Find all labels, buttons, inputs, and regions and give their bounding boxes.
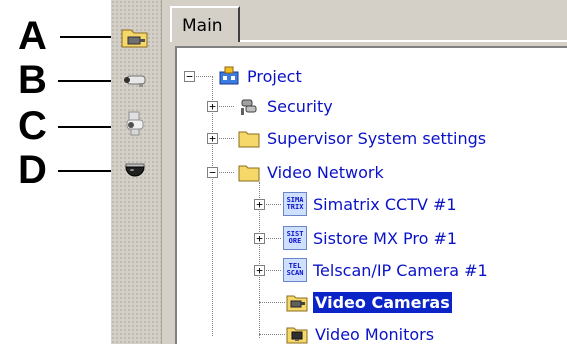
project-tree[interactable]: − + + − + + + Project Security Superviso… xyxy=(175,46,567,344)
expand-simatrix-toggle[interactable]: + xyxy=(254,199,265,210)
collapse-video-network-toggle[interactable]: − xyxy=(207,167,218,178)
tree-node-label: Video Monitors xyxy=(315,324,435,344)
expand-supervisor-toggle[interactable]: + xyxy=(207,133,218,144)
object-toolbar xyxy=(111,0,162,344)
tree-node-video-cameras[interactable]: Video Cameras xyxy=(285,289,452,315)
folder-camera-icon[interactable] xyxy=(119,20,151,52)
tree-node-label: Supervisor System settings xyxy=(267,128,487,148)
folder-icon xyxy=(238,131,260,148)
expand-sistore-toggle[interactable]: + xyxy=(254,233,265,244)
tree-node-video-monitors[interactable]: Video Monitors xyxy=(285,321,436,344)
tree-node-project[interactable]: Project xyxy=(217,63,304,89)
tree-node-label: Video Cameras xyxy=(313,291,452,313)
expand-security-toggle[interactable]: + xyxy=(207,101,218,112)
monitor-folder-icon xyxy=(286,327,308,344)
ptz-camera-icon[interactable] xyxy=(119,108,151,140)
callout-b: B xyxy=(18,58,47,102)
callout-d-leader xyxy=(58,170,118,172)
tab-main[interactable]: Main xyxy=(170,6,240,42)
security-cameras-icon xyxy=(241,99,257,115)
tree-node-label: Video Network xyxy=(267,162,384,182)
callout-c: C xyxy=(18,104,47,148)
bullet-camera-icon[interactable] xyxy=(119,64,151,96)
collapse-project-toggle[interactable]: − xyxy=(184,71,195,82)
callout-c-leader xyxy=(58,126,118,128)
telscan-device-icon: TEL SCAN xyxy=(283,258,307,282)
sistore-device-icon: SIST ORE xyxy=(283,226,307,250)
tree-node-label: Sistore MX Pro #1 xyxy=(313,228,458,248)
main-panel: Main − + + − + + + Project Security Supe… xyxy=(162,0,567,344)
tree-node-supervisor-settings[interactable]: Supervisor System settings xyxy=(237,125,488,151)
tree-node-label: Project xyxy=(247,66,302,86)
tree-node-security[interactable]: Security xyxy=(237,93,335,119)
camera-folder-icon xyxy=(286,295,308,312)
tree-node-label: Security xyxy=(267,96,333,116)
callout-a: A xyxy=(18,14,47,58)
simatrix-device-icon: SIMA TRIX xyxy=(283,192,307,216)
tree-node-simatrix[interactable]: SIMA TRIX Simatrix CCTV #1 xyxy=(283,191,459,217)
dome-camera-icon[interactable] xyxy=(119,152,151,184)
callout-b-leader xyxy=(58,80,118,82)
tree-node-video-network[interactable]: Video Network xyxy=(237,159,386,185)
callout-legend: A B C D xyxy=(0,0,120,344)
callout-a-leader xyxy=(60,36,118,38)
tree-node-sistore[interactable]: SIST ORE Sistore MX Pro #1 xyxy=(283,225,459,251)
callout-d: D xyxy=(18,148,47,192)
tab-main-label: Main xyxy=(182,16,223,36)
tree-node-label: Simatrix CCTV #1 xyxy=(313,194,457,214)
folder-open-icon xyxy=(238,165,260,182)
project-icon xyxy=(219,66,239,85)
tree-node-label: Telscan/IP Camera #1 xyxy=(313,260,488,280)
tree-node-telscan[interactable]: TEL SCAN Telscan/IP Camera #1 xyxy=(283,257,490,283)
expand-telscan-toggle[interactable]: + xyxy=(254,265,265,276)
